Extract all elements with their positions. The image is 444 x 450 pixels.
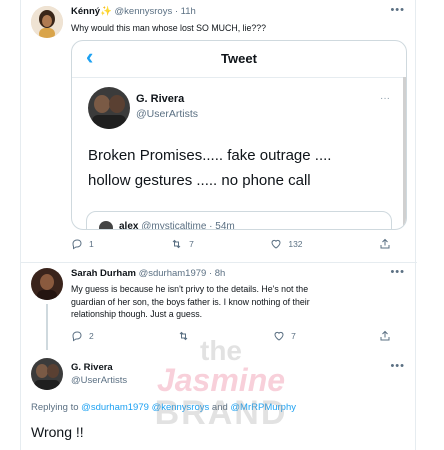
avatar-image: [88, 87, 130, 129]
and-text: and: [211, 402, 228, 413]
nested-header: alex @mysticaltime · 54m: [119, 221, 235, 230]
share-icon: [380, 330, 390, 341]
avatar[interactable]: [31, 358, 63, 390]
tweet-actions: 1 7 132: [71, 238, 391, 250]
tweet-text: Wrong !!: [31, 424, 84, 440]
quote-line-1: Broken Promises..... fake outrage ....: [88, 147, 332, 164]
quote-more-icon: ···: [380, 93, 390, 104]
avatar-image: [31, 268, 63, 300]
reply-icon: [72, 331, 82, 342]
share-button[interactable]: [379, 330, 391, 342]
retweet-icon: [179, 331, 188, 341]
tweet-rivera[interactable]: G. Rivera @UserArtists ••• Replying to @…: [21, 350, 417, 450]
share-button[interactable]: [379, 238, 391, 250]
handle[interactable]: @sdurham1979: [139, 268, 207, 279]
heart-icon: [271, 239, 281, 249]
tweet-text-line: My guess is because he isn't privy to th…: [71, 284, 309, 294]
display-name[interactable]: G. Rivera: [71, 362, 113, 373]
tweet-text: Why would this man whose lost SO MUCH, l…: [71, 23, 267, 33]
replying-prefix: Replying to: [31, 402, 79, 413]
mention-link[interactable]: @kennysroys: [152, 402, 210, 413]
timestamp[interactable]: · 8h: [209, 268, 225, 279]
display-name[interactable]: Kénný✨: [71, 6, 112, 17]
handle[interactable]: @kennysroys: [115, 6, 173, 17]
more-icon[interactable]: •••: [390, 360, 405, 372]
nested-avatar: [99, 221, 113, 229]
handle[interactable]: @UserArtists: [71, 375, 127, 386]
tweet-text-line: relationship though. Just a guess.: [71, 309, 203, 319]
reply-button[interactable]: 1: [71, 238, 94, 250]
tweet-kenny[interactable]: Kénný✨ @kennysroys · 11h ••• Why would t…: [21, 0, 417, 262]
tweet-actions: 2 7: [71, 330, 391, 342]
avatar[interactable]: [31, 6, 63, 38]
retweet-button[interactable]: 7: [170, 238, 194, 250]
mention-link[interactable]: @MrRPMurphy: [230, 402, 296, 413]
more-icon[interactable]: •••: [390, 4, 405, 16]
tweet-header: Sarah Durham @sdurham1979 · 8h: [71, 268, 225, 279]
reply-count: 1: [89, 239, 94, 249]
scrollbar[interactable]: [403, 77, 406, 227]
quote-header: ‹ Tweet: [72, 41, 406, 77]
more-icon[interactable]: •••: [390, 266, 405, 278]
nested-name: alex: [119, 221, 139, 230]
quote-line-2: hollow gestures ..... no phone call: [88, 172, 311, 189]
like-button[interactable]: 7: [273, 330, 296, 342]
quote-title: Tweet: [221, 51, 257, 66]
thread-line: [46, 304, 48, 350]
tweet-text: My guess is because he isn't privy to th…: [71, 283, 310, 321]
nested-quote: alex @mysticaltime · 54m: [86, 211, 392, 230]
reply-icon: [72, 239, 82, 250]
tweet-text-line: guardian of her son, the boys father is.…: [71, 296, 310, 307]
reply-button[interactable]: 2: [71, 330, 94, 342]
quote-name: G. Rivera: [136, 93, 185, 105]
display-name[interactable]: Sarah Durham: [71, 268, 136, 279]
quoted-tweet-screenshot[interactable]: ‹ Tweet G. Rivera @UserArtists ··· Broke…: [71, 40, 407, 230]
avatar[interactable]: [31, 268, 63, 300]
heart-icon: [274, 331, 284, 341]
like-count: 132: [288, 239, 303, 249]
nested-handle: @mysticaltime · 54m: [141, 221, 235, 230]
replying-to: Replying to @sdurham1979 @kennysroys and…: [31, 402, 296, 413]
mention-link[interactable]: @sdurham1979: [81, 402, 149, 413]
timestamp[interactable]: · 11h: [175, 6, 196, 17]
quote-avatar[interactable]: [88, 87, 130, 129]
avatar-image: [31, 6, 63, 38]
retweet-button[interactable]: [177, 330, 190, 342]
tweet-thread: Kénný✨ @kennysroys · 11h ••• Why would t…: [20, 0, 417, 450]
avatar-image: [31, 358, 63, 390]
like-button[interactable]: 132: [270, 238, 303, 250]
tweet-sarah[interactable]: Sarah Durham @sdurham1979 · 8h ••• My gu…: [21, 262, 417, 350]
quote-divider: [72, 77, 406, 78]
like-count: 7: [291, 331, 296, 341]
tweet-header: Kénný✨ @kennysroys · 11h: [71, 6, 196, 17]
share-icon: [380, 238, 390, 249]
retweet-icon: [172, 239, 181, 249]
reply-count: 2: [89, 331, 94, 341]
quote-handle: @UserArtists: [136, 108, 198, 120]
retweet-count: 7: [189, 239, 194, 249]
